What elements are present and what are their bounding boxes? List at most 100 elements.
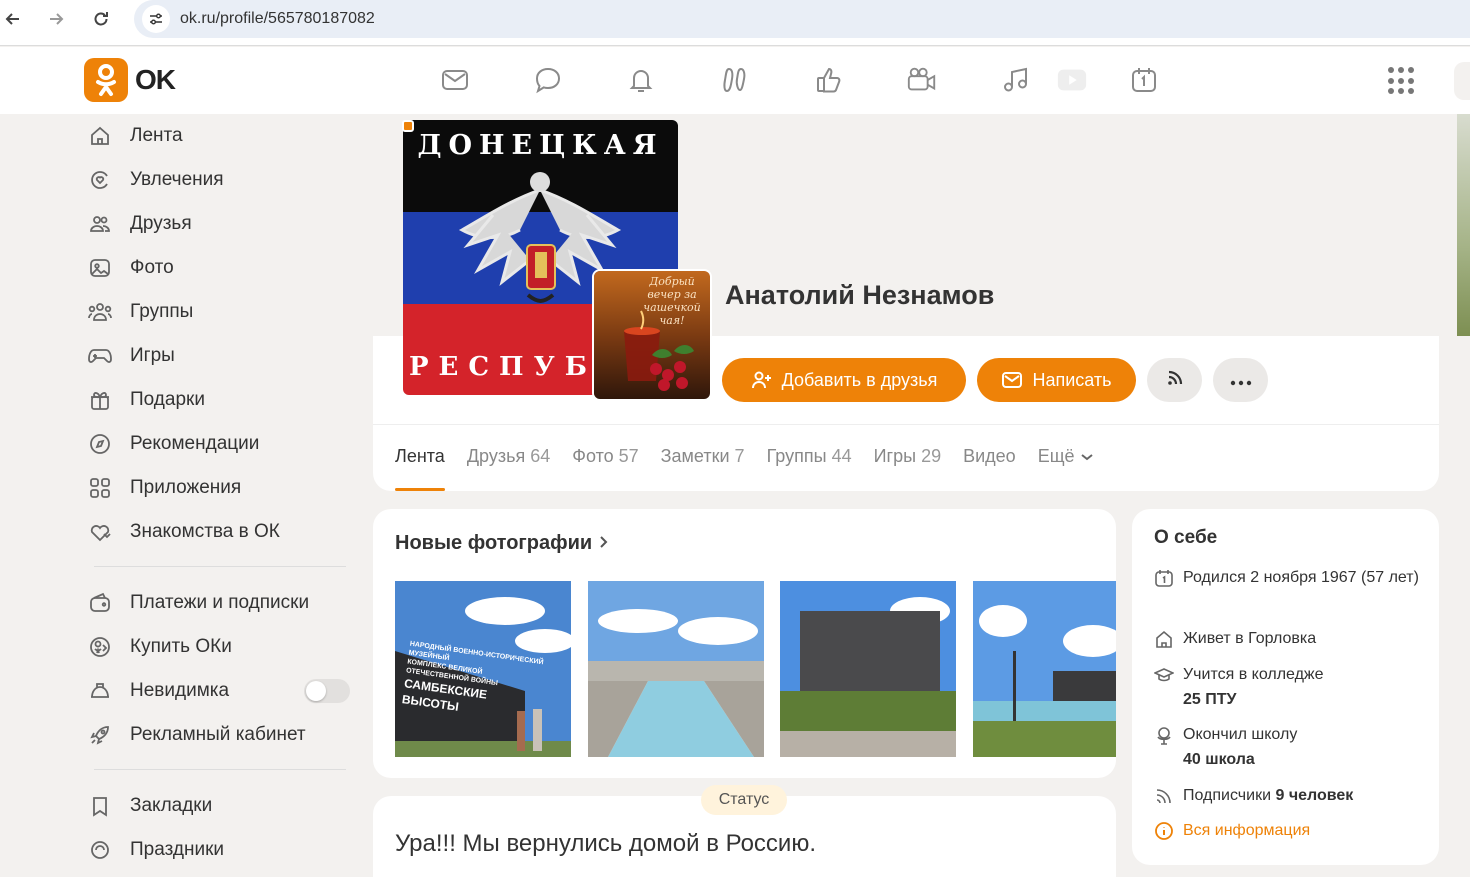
tab-friends[interactable]: Друзья 64 [467, 446, 550, 491]
sidebar-item-dating[interactable]: Знакомства в ОК [86, 510, 356, 554]
new-photos-title[interactable]: Новые фотографии [395, 532, 610, 555]
sidebar-item-ads-cabinet[interactable]: Рекламный кабинет [86, 713, 356, 757]
reload-icon[interactable] [88, 8, 114, 30]
url-text[interactable]: ok.ru/profile/565780187082 [180, 10, 375, 28]
about-subscribers: Подписчики 9 человек [1154, 783, 1424, 814]
photo-thumbnail[interactable] [780, 581, 956, 757]
sidebar-item-holidays[interactable]: Праздники [86, 828, 356, 872]
sidebar-item-photo[interactable]: Фото [86, 246, 356, 290]
invisible-toggle[interactable] [304, 679, 350, 703]
sidebar-item-apps[interactable]: Приложения [86, 466, 356, 510]
about-lives: Живет в Горловка [1154, 626, 1424, 657]
groups-icon [86, 298, 114, 326]
music-icon[interactable] [1000, 64, 1032, 96]
sidebar-item-label: Невидимка [130, 680, 230, 701]
sidebar-item-friends[interactable]: Друзья [86, 202, 356, 246]
add-user-icon [751, 369, 773, 391]
dating-icon [86, 518, 114, 546]
photo-thumbnail[interactable] [973, 581, 1116, 757]
online-indicator [402, 120, 414, 132]
profile-divider [373, 424, 1439, 425]
address-bar[interactable]: ok.ru/profile/565780187082 [134, 0, 1470, 38]
mail-icon[interactable] [439, 64, 471, 96]
tab-feed[interactable]: Лента [395, 446, 445, 491]
sidebar-item-buy-oki[interactable]: Купить ОКи [86, 625, 356, 669]
graduation-cap-icon [1153, 662, 1175, 712]
calendar-icon [1154, 565, 1174, 596]
calendar-icon[interactable] [1128, 64, 1160, 96]
bell-icon[interactable] [625, 64, 657, 96]
holiday-icon [86, 836, 114, 864]
status-badge: Статус [701, 785, 787, 815]
header-edge [1454, 62, 1470, 100]
sidebar-item-label: Рекламный кабинет [130, 724, 306, 745]
profile-tabs: Лента Друзья 64 Фото 57 Заметки 7 Группы… [395, 446, 1116, 491]
ok-logo[interactable]: OK [84, 58, 176, 102]
sidebar-item-bookmarks[interactable]: Закладки [86, 784, 356, 828]
subscribe-button[interactable] [1147, 358, 1202, 402]
write-message-button[interactable]: Написать [977, 358, 1136, 402]
sidebar-divider [94, 566, 346, 567]
add-friend-label: Добавить в друзья [781, 369, 938, 390]
play-icon[interactable] [1056, 64, 1088, 96]
rocket-icon [86, 721, 114, 749]
secondary-avatar[interactable]: Добрый вечер за чашечкой чая! [592, 269, 712, 401]
add-friend-button[interactable]: Добавить в друзья [722, 358, 966, 402]
photo-thumbnail[interactable] [588, 581, 764, 757]
rss-icon [1165, 368, 1185, 393]
chat-icon[interactable] [532, 64, 564, 96]
gamepad-icon [86, 342, 114, 370]
guests-icon[interactable] [719, 64, 751, 96]
sidebar-item-label: Знакомства в ОК [130, 521, 280, 542]
info-icon [1154, 818, 1174, 849]
friends-icon [86, 210, 114, 238]
left-sidebar: Лента Увлечения Друзья Фото Группы Игры … [86, 114, 356, 872]
about-birth: Родился 2 ноября 1967 (57 лет) [1154, 565, 1424, 596]
sidebar-item-payments[interactable]: Платежи и подписки [86, 581, 356, 625]
profile-name: Анатолий Незнамов [725, 280, 995, 310]
chevron-down-icon [1080, 446, 1094, 466]
sidebar-item-games[interactable]: Игры [86, 334, 356, 378]
sidebar-item-feed[interactable]: Лента [86, 114, 356, 158]
bookmark-icon [86, 792, 114, 820]
about-card: О себе Родился 2 ноября 1967 (57 лет) Жи… [1132, 509, 1439, 865]
sidebar-item-invisible[interactable]: Невидимка [86, 669, 356, 713]
tab-groups[interactable]: Группы 44 [767, 446, 852, 491]
browser-toolbar: ok.ru/profile/565780187082 [0, 0, 1470, 46]
about-all-info-link[interactable]: Вся информация [1154, 818, 1424, 849]
sidebar-item-gifts[interactable]: Подарки [86, 378, 356, 422]
sidebar-item-groups[interactable]: Группы [86, 290, 356, 334]
site-settings-icon[interactable] [142, 5, 170, 33]
more-actions-button[interactable] [1213, 358, 1268, 402]
about-title: О себе [1154, 527, 1218, 548]
sidebar-item-label: Рекомендации [130, 433, 260, 454]
tab-games[interactable]: Игры 29 [874, 446, 942, 491]
arrow-right-icon[interactable] [43, 8, 69, 30]
sidebar-item-hobbies[interactable]: Увлечения [86, 158, 356, 202]
arrow-left-icon[interactable] [0, 8, 26, 30]
sidebar-divider [94, 769, 346, 770]
home-icon [1154, 626, 1174, 657]
video-camera-icon[interactable] [906, 64, 938, 96]
like-icon[interactable] [813, 64, 845, 96]
status-text[interactable]: Ура!!! Мы вернулись домой в Россию. [395, 830, 816, 858]
tab-more[interactable]: Ещё [1038, 446, 1094, 491]
photo-icon [86, 254, 114, 282]
photo-thumbnail[interactable]: НАРОДНЫЙ ВОЕННО-ИСТОРИЧЕСКИЙ МУЗЕЙНЫЙ КО… [395, 581, 571, 757]
sidebar-item-label: Подарки [130, 389, 205, 410]
chevron-right-icon [598, 532, 610, 554]
more-dots-icon [1230, 370, 1252, 391]
about-school: Окончил школу 40 школа [1154, 722, 1424, 772]
tab-photo[interactable]: Фото 57 [572, 446, 638, 491]
sidebar-item-label: Увлечения [130, 169, 224, 190]
tab-notes[interactable]: Заметки 7 [661, 446, 745, 491]
gift-icon [86, 386, 114, 414]
sidebar-item-label: Праздники [130, 839, 224, 860]
sidebar-item-label: Приложения [130, 477, 242, 498]
sidebar-item-recommendations[interactable]: Рекомендации [86, 422, 356, 466]
sidebar-item-label: Закладки [130, 795, 213, 816]
logo-text: OK [135, 64, 176, 95]
apps-grid-icon[interactable] [1388, 67, 1416, 95]
tab-video[interactable]: Видео [963, 446, 1016, 491]
site-header: OK [0, 47, 1470, 114]
